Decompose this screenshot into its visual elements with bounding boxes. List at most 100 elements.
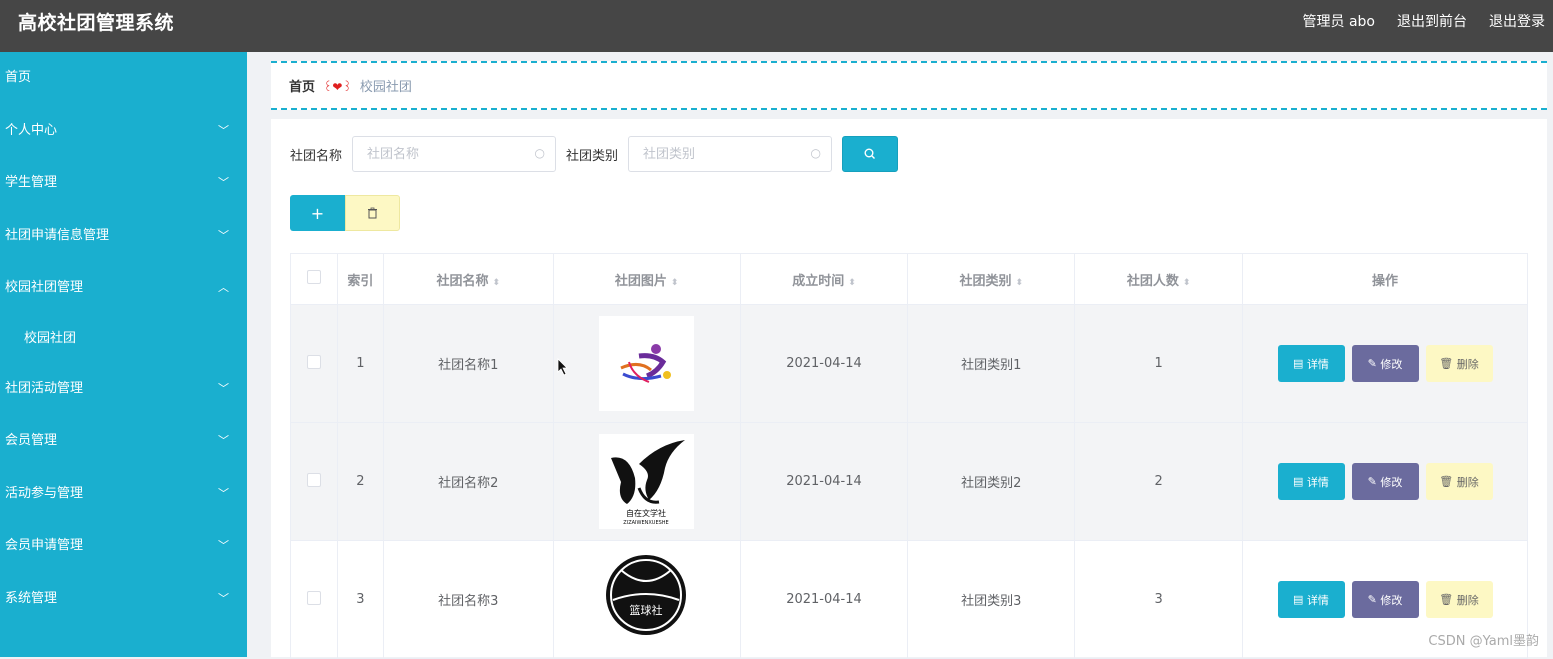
header-date[interactable]: 成立时间 ⬍ xyxy=(739,253,909,305)
table-row: 3 社团名称3 篮球社 2021-04-14 社团类别3 3 ▤ 详情 ✎ 修改… xyxy=(290,540,1528,659)
sidebar-subitem-campus-club[interactable]: 校园社团 xyxy=(0,315,247,363)
club-name-label: 社团名称 xyxy=(290,148,343,164)
edit-button[interactable]: ✎ 修改 xyxy=(1351,463,1419,500)
sidebar-item-home[interactable]: 首页 xyxy=(0,52,247,105)
detail-button[interactable]: ▤ 详情 xyxy=(1277,463,1345,500)
file-icon: ▤ xyxy=(1293,475,1307,488)
search-icon: ○ xyxy=(534,146,546,160)
row-checkbox[interactable] xyxy=(306,472,321,487)
current-user: 管理员 abo xyxy=(1302,14,1375,30)
file-icon: ▤ xyxy=(1293,593,1307,606)
table-header-row: 索引 社团名称 ⬍ 社团图片 ⬍ 成立时间 ⬍ 社团类别 ⬍ 社团人数 ⬍ 操作 xyxy=(290,253,1528,305)
row-name: 社团名称2 xyxy=(382,422,554,541)
batch-delete-button[interactable] xyxy=(345,195,400,231)
header-label: 社团类别 xyxy=(959,273,1012,289)
sidebar-item-personal-center[interactable]: 个人中心 ﹀ xyxy=(0,105,247,158)
chevron-down-icon: ﹀ xyxy=(218,434,229,447)
sort-icon[interactable]: ⬍ xyxy=(1016,278,1024,288)
row-count: 1 xyxy=(1074,304,1244,423)
delete-button[interactable]: 🗑 删除 xyxy=(1425,463,1493,500)
edit-button[interactable]: ✎ 修改 xyxy=(1351,345,1419,382)
sidebar-item-label: 社团申请信息管理 xyxy=(5,227,110,243)
chevron-down-icon: ﹀ xyxy=(218,176,229,189)
row-index: 3 xyxy=(336,540,384,659)
logout-link[interactable]: 退出登录 xyxy=(1489,11,1545,31)
select-all-cell[interactable] xyxy=(290,253,338,305)
header-label: 社团人数 xyxy=(1126,273,1179,289)
row-type: 社团类别1 xyxy=(907,304,1076,423)
logo-text: 自在文学社 xyxy=(626,508,666,518)
detail-button[interactable]: ▤ 详情 xyxy=(1277,345,1345,382)
sidebar-item-students[interactable]: 学生管理 ﹀ xyxy=(0,157,247,210)
trash-icon: 🗑 xyxy=(1439,357,1457,370)
row-ops: ▤ 详情 ✎ 修改 🗑 删除 xyxy=(1242,422,1528,541)
chevron-down-icon: ﹀ xyxy=(218,486,229,500)
edit-label: 修改 xyxy=(1380,593,1403,607)
select-all-checkbox[interactable] xyxy=(306,270,321,284)
club-type-input[interactable] xyxy=(641,137,806,171)
sort-icon[interactable]: ⬍ xyxy=(848,278,856,288)
sidebar-item-activity-participation[interactable]: 活动参与管理 ﹀ xyxy=(0,468,247,521)
edit-button[interactable]: ✎ 修改 xyxy=(1351,581,1419,618)
breadcrumb-current: 校园社团 xyxy=(359,80,412,95)
sidebar-item-label: 校园社团管理 xyxy=(5,280,84,295)
header-label: 索引 xyxy=(347,273,374,289)
chevron-down-icon: ﹀ xyxy=(218,591,229,605)
top-bar: 高校社团管理系统 管理员 abo 退出到前台 退出登录 xyxy=(0,0,1553,52)
row-type: 社团类别2 xyxy=(907,422,1076,541)
detail-label: 详情 xyxy=(1306,357,1329,371)
detail-label: 详情 xyxy=(1306,475,1329,489)
search-button[interactable] xyxy=(842,136,899,172)
header-ops: 操作 xyxy=(1242,253,1528,305)
table-row: 1 社团名称1 2021-04-14 社团类别1 1 ▤ 详情 ✎ 修改 🗑 删… xyxy=(290,304,1528,423)
sidebar-item-members[interactable]: 会员管理 ﹀ xyxy=(0,415,247,468)
exit-to-front-link[interactable]: 退出到前台 xyxy=(1397,11,1467,31)
header-label: 社团名称 xyxy=(436,273,489,289)
sort-icon[interactable]: ⬍ xyxy=(493,278,501,288)
sort-icon[interactable]: ⬍ xyxy=(1183,278,1191,288)
row-date: 2021-04-14 xyxy=(739,540,909,659)
club-name-field[interactable]: ○ xyxy=(352,136,557,172)
delete-label: 删除 xyxy=(1456,593,1479,607)
breadcrumb-home[interactable]: 首页 xyxy=(289,76,315,95)
row-image-cell: 自在文学社 ZIZAIWENXUESHE xyxy=(552,422,741,541)
row-name: 社团名称1 xyxy=(382,304,554,423)
row-checkbox[interactable] xyxy=(306,590,321,605)
delete-button[interactable]: 🗑 删除 xyxy=(1425,581,1493,618)
breadcrumb-bar: 首页 ꒰❤꒱ 校园社团 xyxy=(271,61,1547,110)
sidebar-item-member-applications[interactable]: 会员申请管理 ﹀ xyxy=(0,520,247,573)
header-type[interactable]: 社团类别 ⬍ xyxy=(907,253,1076,305)
trash-icon xyxy=(368,207,377,219)
sidebar-item-club-applications[interactable]: 社团申请信息管理 ﹀ xyxy=(0,210,247,263)
sidebar-item-label: 系统管理 xyxy=(5,590,58,606)
delete-button[interactable]: 🗑 删除 xyxy=(1425,345,1493,382)
sidebar-item-label: 社团活动管理 xyxy=(5,380,84,396)
club-name-input[interactable] xyxy=(365,137,530,171)
row-date: 2021-04-14 xyxy=(739,304,909,423)
pencil-icon: ✎ xyxy=(1367,357,1381,370)
header-image[interactable]: 社团图片 ⬍ xyxy=(552,253,741,305)
header-index: 索引 xyxy=(336,253,384,305)
chevron-down-icon: ﹀ xyxy=(218,539,229,552)
add-button[interactable]: + xyxy=(290,195,345,231)
logo-subtext: ZIZAIWENXUESHE xyxy=(623,520,668,526)
dance-club-logo-image[interactable] xyxy=(599,316,695,411)
detail-button[interactable]: ▤ 详情 xyxy=(1277,581,1345,618)
chevron-down-icon: ﹀ xyxy=(218,228,229,242)
sidebar-item-system[interactable]: 系统管理 ﹀ xyxy=(0,573,247,626)
literature-club-logo-image[interactable]: 自在文学社 ZIZAIWENXUESHE xyxy=(599,434,695,529)
row-index: 1 xyxy=(336,304,384,423)
club-type-field[interactable]: ○ xyxy=(628,136,833,172)
watermark: CSDN @Yaml墨韵 xyxy=(1428,634,1539,649)
sort-icon[interactable]: ⬍ xyxy=(671,278,679,288)
detail-label: 详情 xyxy=(1306,593,1329,607)
sidebar-item-campus-clubs[interactable]: 校园社团管理 ︿ xyxy=(0,262,247,315)
sidebar-item-club-activities[interactable]: 社团活动管理 ﹀ xyxy=(0,363,247,416)
header-name[interactable]: 社团名称 ⬍ xyxy=(382,253,554,305)
row-date: 2021-04-14 xyxy=(739,422,909,541)
basketball-club-logo-image[interactable]: 篮球社 xyxy=(599,552,695,647)
row-checkbox[interactable] xyxy=(306,354,321,369)
app-title: 高校社团管理系统 xyxy=(18,12,175,34)
header-count[interactable]: 社团人数 ⬍ xyxy=(1074,253,1244,305)
sidebar-item-label: 活动参与管理 xyxy=(5,485,84,501)
